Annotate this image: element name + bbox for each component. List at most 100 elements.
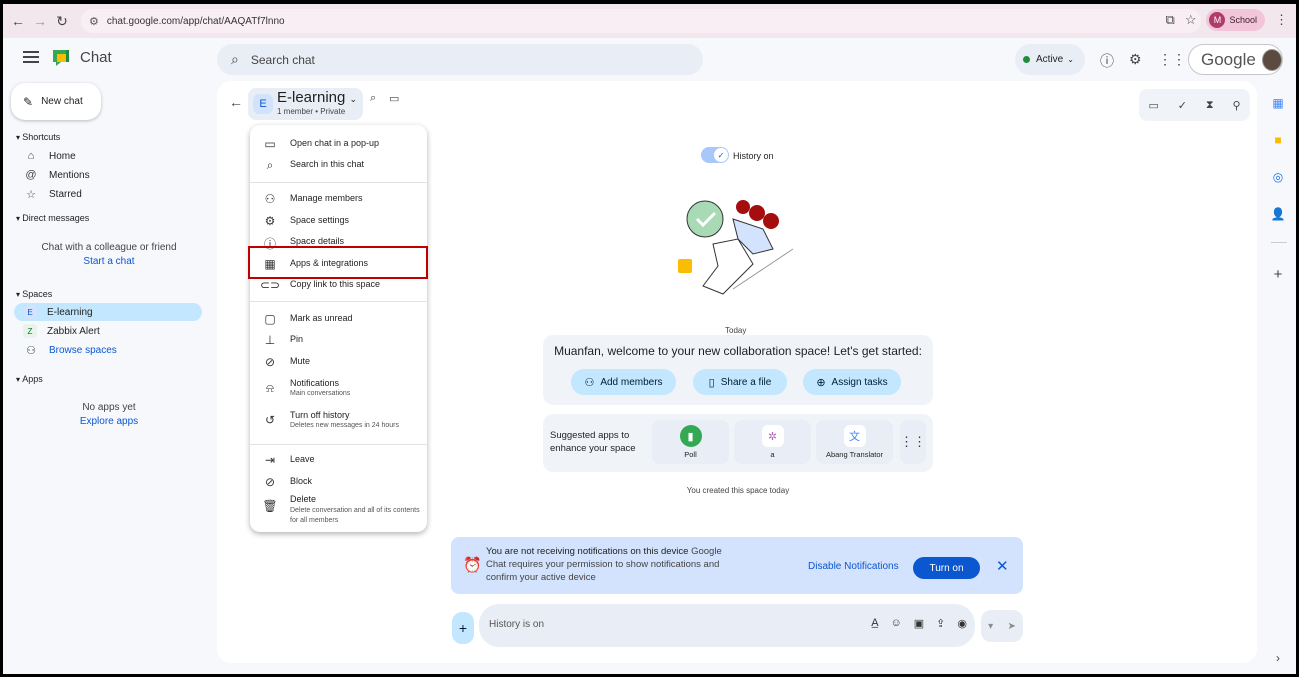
upload-icon[interactable]: ⇪ <box>936 617 945 630</box>
sidebar-item-zabbix-alert[interactable]: Z Zabbix Alert <box>23 322 100 340</box>
menu-item-notifications[interactable]: ⍾ Notifications Main conversations <box>250 377 427 397</box>
account-avatar <box>1261 48 1282 71</box>
composer-tools: A̲ ☺ ▣ ⇪ ◉ <box>871 617 967 630</box>
back-icon[interactable]: ← <box>7 10 29 32</box>
menu-item-mark-unread[interactable]: ▢ Mark as unread <box>250 312 427 326</box>
send-button[interactable]: ▾ ➤ <box>981 610 1023 642</box>
chevron-down-icon[interactable]: ▾ <box>988 621 993 632</box>
apps-grid-icon[interactable]: ⋮⋮ <box>1158 51 1186 68</box>
add-icon[interactable]: + <box>1269 265 1287 283</box>
help-icon[interactable]: ⓘ <box>1100 51 1114 71</box>
task-icon: ⊕ <box>816 376 826 389</box>
history-label: History on <box>733 151 774 161</box>
app-title: Chat <box>80 49 112 66</box>
date-divider: Today <box>725 326 747 335</box>
spaces-header[interactable]: Spaces <box>16 289 52 299</box>
google-account-button[interactable]: Google <box>1188 44 1283 75</box>
menu-item-turn-off-history[interactable]: ↺ Turn off history Deletes new messages … <box>250 409 427 429</box>
reload-icon[interactable]: ↻ <box>51 10 73 32</box>
address-bar[interactable]: ⚙ chat.google.com/app/chat/AAQATf7lnno <box>81 9 1201 33</box>
menu-item-space-settings[interactable]: ⚙ Space settings <box>250 214 427 228</box>
apps-header[interactable]: Apps <box>16 374 43 384</box>
profile-chip[interactable]: M School <box>1206 9 1265 31</box>
explore-apps-link[interactable]: Explore apps <box>14 416 204 427</box>
share-file-button[interactable]: ▯ Share a file <box>693 369 787 395</box>
new-chat-button[interactable]: ✎ New chat <box>11 83 101 120</box>
install-app-icon[interactable]: ⧉ <box>1166 12 1175 28</box>
main-menu-icon[interactable] <box>23 51 39 63</box>
bookmark-star-icon[interactable]: ☆ <box>1185 12 1197 28</box>
browser-menu-icon[interactable]: ⋮ <box>1275 12 1288 28</box>
shortcuts-header[interactable]: Shortcuts <box>16 132 60 142</box>
close-icon[interactable]: ✕ <box>996 557 1009 575</box>
add-attachment-button[interactable]: + <box>452 612 474 644</box>
record-video-icon[interactable]: ◉ <box>957 617 967 630</box>
status-dropdown[interactable]: Active ⌄ <box>1015 44 1085 75</box>
back-arrow-icon[interactable]: ← <box>229 94 243 110</box>
tasks-icon[interactable]: ◎ <box>1269 168 1287 186</box>
search-input[interactable]: ⌕ Search chat <box>217 44 703 75</box>
menu-item-pin[interactable]: ⊥ Pin <box>250 333 427 347</box>
file-icon: ▯ <box>708 376 715 389</box>
menu-item-label: Delete <box>290 494 317 504</box>
search-icon: ⌕ <box>266 158 274 172</box>
search-in-chat-icon[interactable]: ⌕ <box>370 92 376 105</box>
more-apps-grid-button[interactable]: ⋮⋮ <box>900 420 926 464</box>
space-avatar: E <box>23 305 37 319</box>
sidebar-item-mentions[interactable]: @ Mentions <box>23 166 89 184</box>
sidebar-item-home[interactable]: ⌂ Home <box>23 147 76 165</box>
history-toggle[interactable]: ✓ <box>701 147 729 163</box>
rail-divider <box>1271 242 1287 243</box>
google-label: Google <box>1201 49 1256 69</box>
disable-notifications-link[interactable]: Disable Notifications <box>808 561 899 572</box>
task-check-icon[interactable]: ✓ <box>1178 99 1187 112</box>
pin-icon[interactable]: ⚲ <box>1232 99 1240 112</box>
menu-item-text: Notifications Main conversations <box>290 377 350 397</box>
sidebar-item-starred[interactable]: ☆ Starred <box>23 185 82 203</box>
menu-item-open-popup[interactable]: ▭ Open chat in a pop-up <box>250 137 427 151</box>
menu-item-label: Pin <box>290 334 304 344</box>
poll-icon: ▮ <box>679 425 702 447</box>
menu-item-search[interactable]: ⌕ Search in this chat <box>250 158 427 173</box>
add-person-icon: ⚇ <box>584 376 595 389</box>
sidebar-item-label: Starred <box>49 188 82 200</box>
menu-item-label: Mark as unread <box>290 313 353 323</box>
message-composer[interactable]: History is on A̲ ☺ ▣ ⇪ ◉ <box>479 604 975 647</box>
menu-item-delete[interactable]: 🗑 Delete Delete conversation and all of … <box>250 493 427 526</box>
menu-item-mute[interactable]: ⊘ Mute <box>250 355 427 369</box>
assign-tasks-button[interactable]: ⊕ Assign tasks <box>803 369 901 395</box>
chevron-down-icon: ⌄ <box>1067 55 1074 64</box>
direct-messages-header[interactable]: Direct messages <box>16 213 89 223</box>
space-name: E-learning <box>277 89 346 106</box>
link-icon: ⊂⊃ <box>259 278 281 292</box>
format-text-icon[interactable]: A̲ <box>871 617 878 630</box>
app-card-a[interactable]: ✲ a <box>734 420 811 464</box>
turn-on-button[interactable]: Turn on <box>913 557 980 579</box>
keep-icon[interactable]: ■ <box>1269 131 1287 149</box>
translate-icon: 文 <box>843 425 866 447</box>
folder-icon[interactable]: ▭ <box>1148 99 1158 112</box>
expand-panel-icon[interactable]: › <box>1269 649 1287 667</box>
space-title[interactable]: E-learning ⌄ <box>277 89 357 106</box>
emoji-icon[interactable]: ☺ <box>891 617 902 630</box>
app-card-abang-translator[interactable]: 文 Abang Translator <box>816 420 893 464</box>
contacts-icon[interactable]: 👤 <box>1269 205 1287 223</box>
at-icon: @ <box>25 169 37 181</box>
hourglass-icon[interactable]: ⧗ <box>1206 99 1214 112</box>
menu-item-block[interactable]: ⊘ Block <box>250 475 427 489</box>
calendar-icon[interactable]: ▦ <box>1269 94 1287 112</box>
add-members-button[interactable]: ⚇ Add members <box>571 369 676 395</box>
sidebar-item-e-learning[interactable]: E E-learning <box>14 303 202 321</box>
gear-icon[interactable]: ⚙ <box>1129 51 1142 68</box>
popup-icon[interactable]: ▭ <box>389 92 399 105</box>
app-card-poll[interactable]: ▮ Poll <box>652 420 729 464</box>
browse-spaces-link[interactable]: ⚇ Browse spaces <box>23 341 117 359</box>
start-chat-link[interactable]: Start a chat <box>14 256 204 267</box>
forward-icon[interactable]: → <box>29 10 51 32</box>
sticker-icon[interactable]: ▣ <box>914 617 924 630</box>
menu-item-leave[interactable]: ⇥ Leave <box>250 453 427 467</box>
menu-item-copy-link[interactable]: ⊂⊃ Copy link to this space <box>250 278 427 292</box>
site-info-icon[interactable]: ⚙ <box>89 15 99 28</box>
app-label: Abang Translator <box>825 450 884 459</box>
menu-item-manage-members[interactable]: ⚇ Manage members <box>250 192 427 206</box>
